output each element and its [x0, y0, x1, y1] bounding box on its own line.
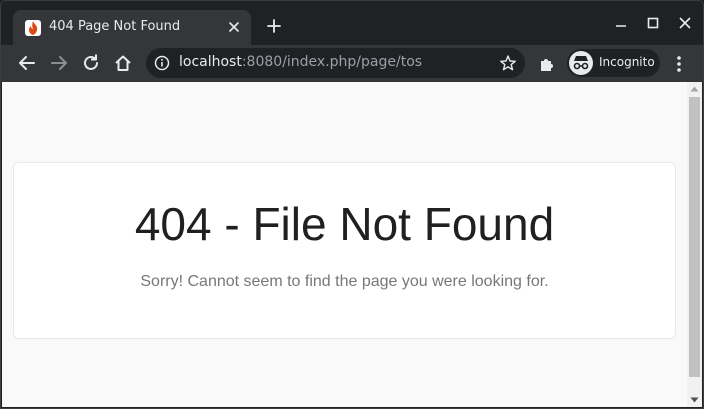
error-card: 404 - File Not Found Sorry! Cannot seem …	[13, 162, 676, 339]
page-viewport: 404 - File Not Found Sorry! Cannot seem …	[2, 82, 687, 407]
scrollbar-thumb[interactable]	[689, 97, 700, 377]
tab-404-page[interactable]: 404 Page Not Found	[13, 10, 251, 45]
incognito-profile-button[interactable]: Incognito	[567, 49, 660, 77]
minimize-icon[interactable]	[610, 13, 632, 33]
more-menu-icon[interactable]	[669, 54, 689, 74]
vertical-scrollbar[interactable]	[687, 82, 702, 407]
url-path: :8080/index.php/page/tos	[241, 54, 423, 70]
new-tab-plus-icon[interactable]	[264, 16, 284, 36]
scroll-up-arrow-icon[interactable]	[690, 86, 699, 92]
error-heading: 404 - File Not Found	[134, 198, 555, 250]
home-icon[interactable]	[112, 52, 134, 74]
browser-window: 404 Page Not Found localhost:8080/index.…	[0, 0, 704, 409]
codeigniter-flame-icon	[25, 20, 41, 36]
reload-icon[interactable]	[80, 52, 102, 74]
bookmark-star-icon[interactable]	[499, 54, 517, 72]
close-tab-icon[interactable]	[225, 18, 243, 36]
back-arrow-icon[interactable]	[16, 52, 38, 74]
incognito-label: Incognito	[599, 55, 655, 69]
scroll-down-arrow-icon[interactable]	[690, 397, 699, 403]
url-text[interactable]: localhost:8080/index.php/page/tos	[179, 54, 422, 70]
incognito-icon	[569, 51, 593, 75]
close-window-icon[interactable]	[674, 13, 696, 33]
tab-title: 404 Page Not Found	[49, 19, 181, 34]
site-info-icon[interactable]	[154, 55, 170, 71]
forward-arrow-icon[interactable]	[48, 52, 70, 74]
tab-strip: 404 Page Not Found	[1, 1, 703, 45]
extensions-puzzle-icon[interactable]	[537, 54, 557, 74]
address-bar[interactable]: localhost:8080/index.php/page/tos	[146, 48, 525, 78]
error-message: Sorry! Cannot seem to find the page you …	[140, 273, 549, 290]
browser-toolbar: localhost:8080/index.php/page/tos Incogn…	[1, 45, 703, 82]
url-host: localhost	[179, 54, 242, 70]
maximize-icon[interactable]	[642, 13, 664, 33]
